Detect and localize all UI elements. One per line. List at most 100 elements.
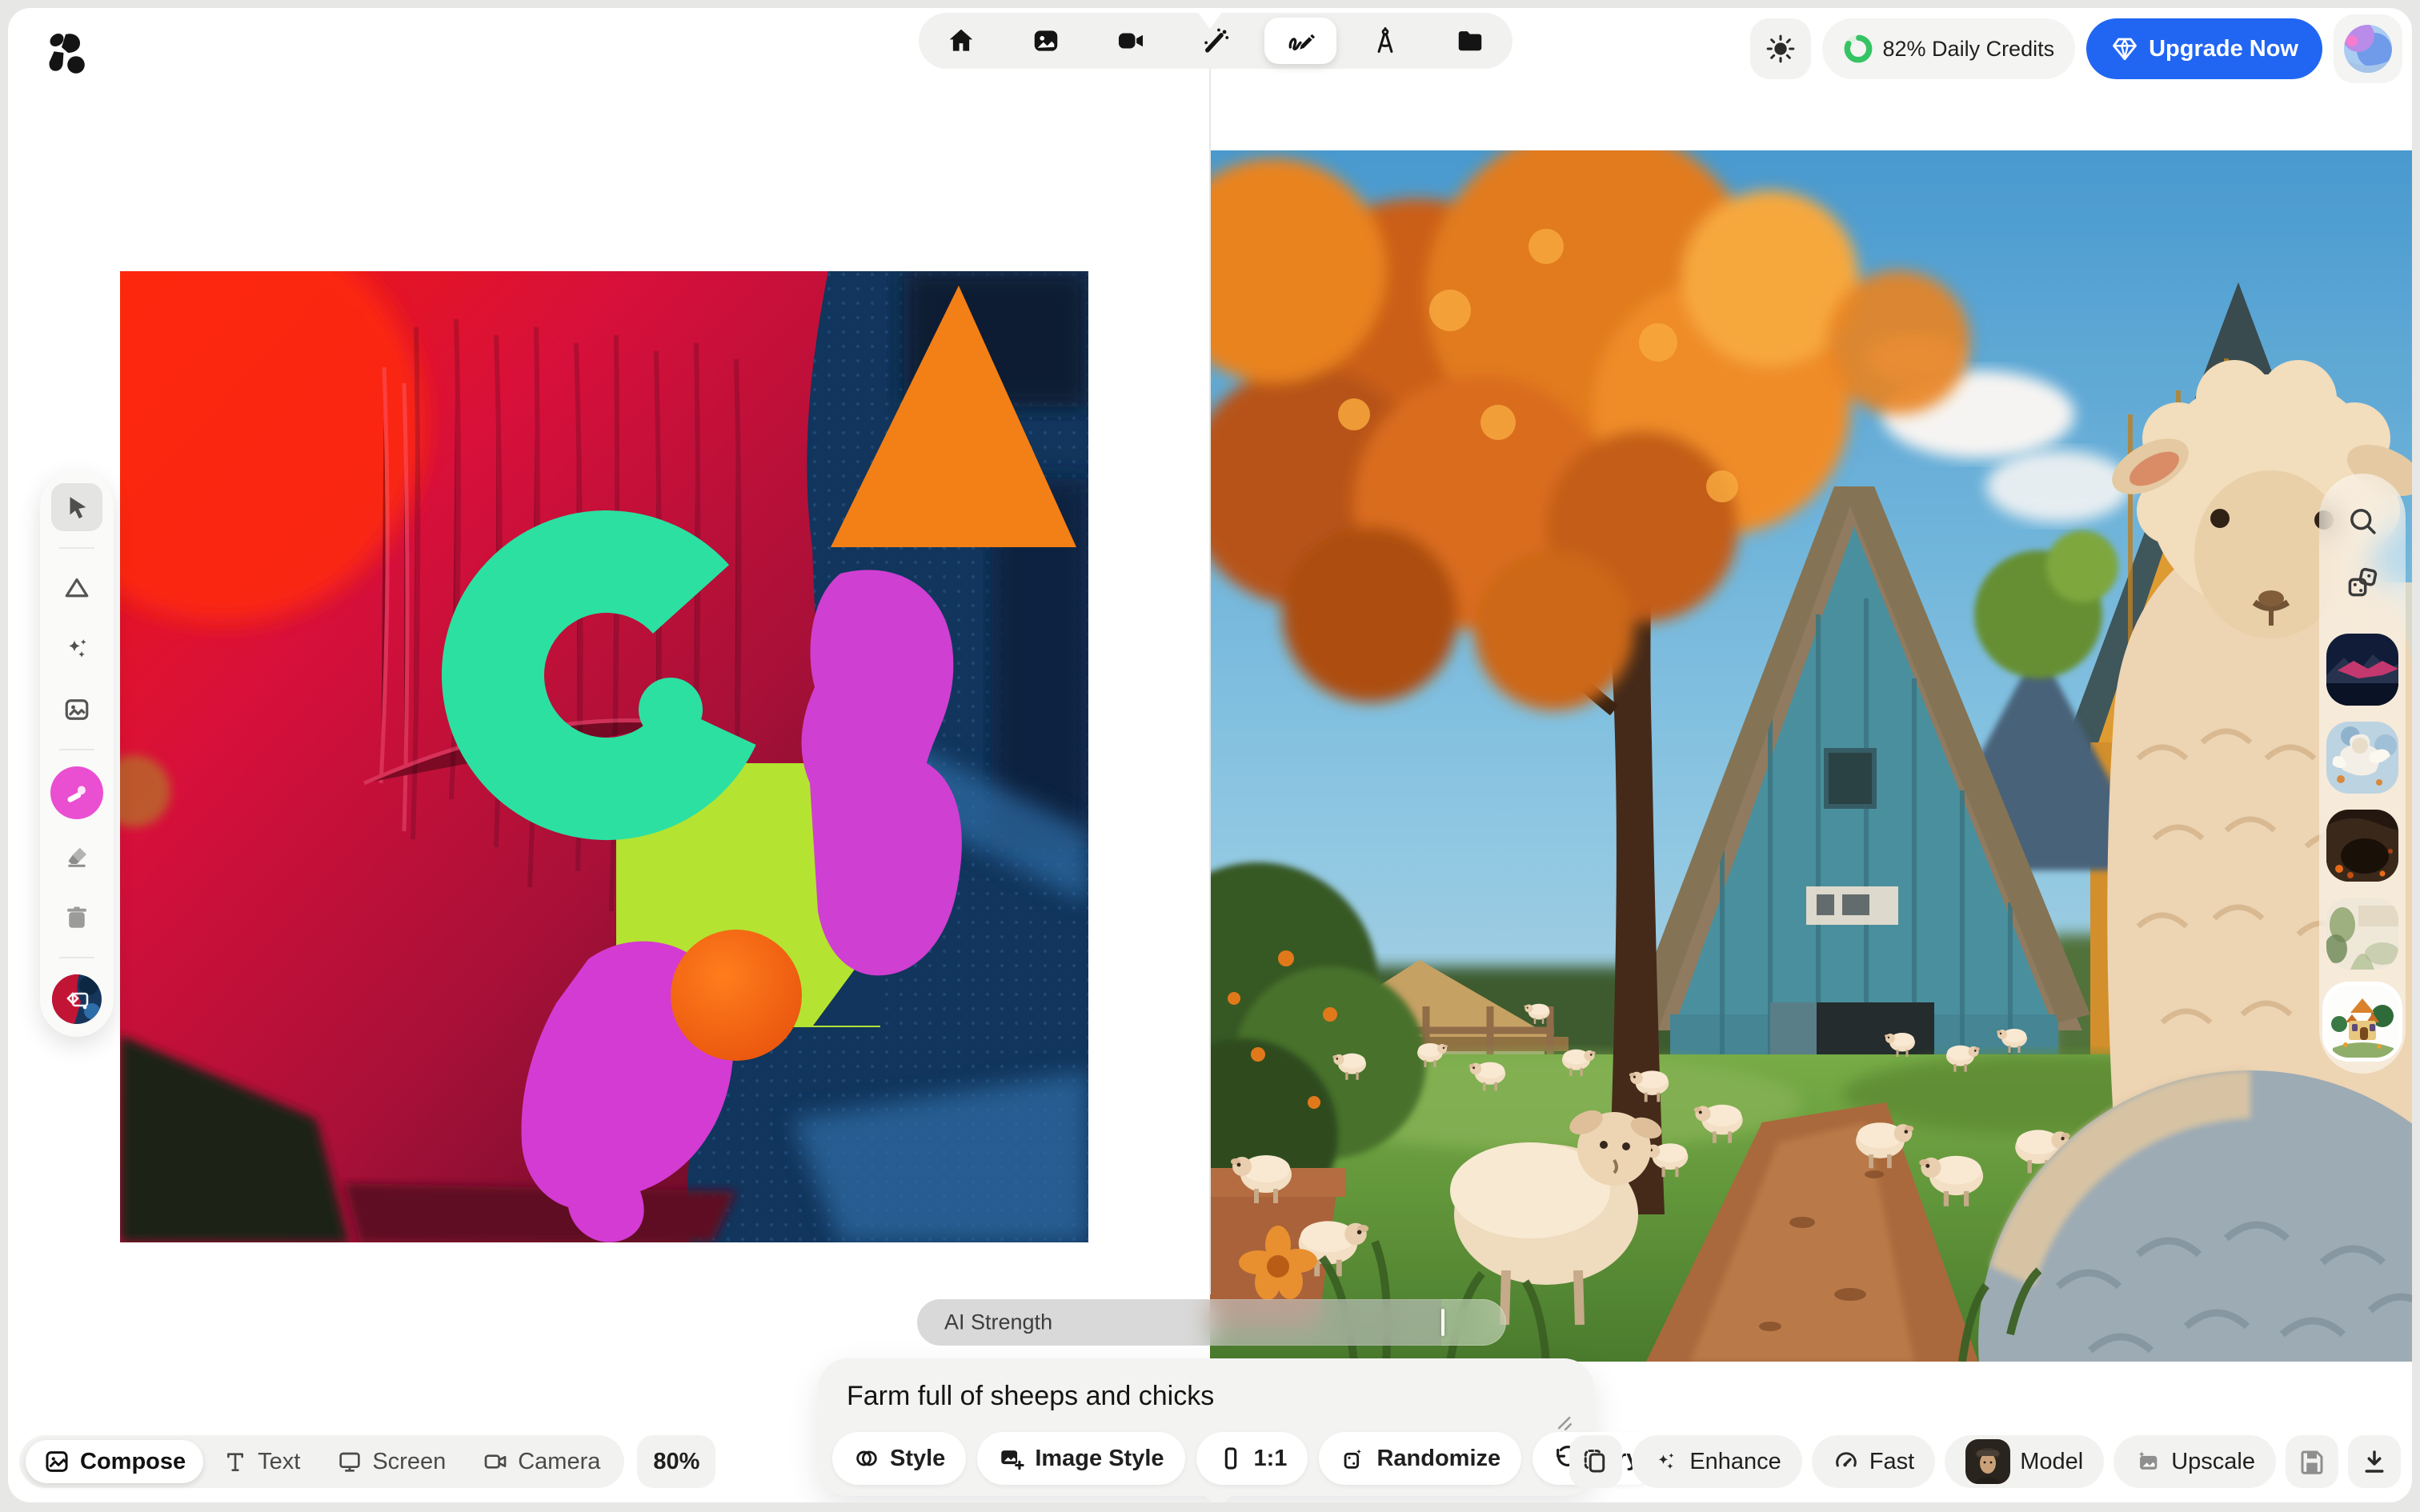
render-actions: Enhance Fast Model <box>1569 1435 2401 1488</box>
generation-thumbnail-watercolor-landscape[interactable] <box>2326 898 2398 970</box>
style-reference-thumbnail[interactable] <box>52 974 102 1024</box>
compose-label: Compose <box>80 1449 186 1475</box>
tool-add-image[interactable] <box>54 686 100 733</box>
video-icon <box>1116 26 1146 56</box>
generation-thumbnail-night-mountains[interactable] <box>2326 634 2398 706</box>
canvas-toolbar <box>40 470 114 1037</box>
cursor-icon <box>63 494 90 521</box>
enhance-button[interactable]: Enhance <box>1632 1435 1802 1488</box>
tool-delete[interactable] <box>54 894 100 941</box>
download-icon <box>2360 1447 2389 1476</box>
ai-strength-label: AI Strength <box>944 1310 1052 1335</box>
home-icon <box>946 26 976 56</box>
generation-thumbnail-lava-cave[interactable] <box>2326 810 2398 882</box>
ai-strength-slider[interactable]: AI Strength <box>917 1299 1506 1346</box>
sparkles-icon <box>62 634 91 663</box>
upscale-button[interactable]: Upscale <box>2113 1435 2276 1488</box>
save-button[interactable] <box>2286 1435 2338 1488</box>
mode-text[interactable]: Text <box>205 1440 318 1483</box>
compose-icon <box>43 1448 70 1475</box>
style-chip[interactable]: Style <box>832 1432 966 1485</box>
krea-logo[interactable] <box>46 30 88 75</box>
daily-credits-pill[interactable]: 82% Daily Credits <box>1822 18 2076 79</box>
tool-shape[interactable] <box>54 565 100 611</box>
account-button[interactable] <box>2334 14 2402 83</box>
nav-edit-tools[interactable] <box>1343 13 1428 69</box>
upscale-icon <box>2134 1448 2162 1475</box>
nav-home[interactable] <box>919 13 1004 69</box>
aspect-ratio-chip-label: 1:1 <box>1254 1446 1288 1472</box>
ai-strength-handle[interactable] <box>1441 1309 1444 1337</box>
gem-icon <box>2110 34 2139 63</box>
aspect-ratio-icon <box>1217 1445 1244 1472</box>
theme-toggle-button[interactable] <box>1750 18 1811 79</box>
duplicate-button[interactable] <box>1569 1435 1622 1488</box>
toolbar-divider <box>59 547 94 549</box>
split-divider[interactable] <box>1209 54 1211 1294</box>
split-divider-handle[interactable] <box>1197 11 1223 29</box>
nav-draw[interactable] <box>1258 13 1343 69</box>
avatar <box>2342 23 2394 74</box>
save-floppy-icon <box>2298 1447 2326 1476</box>
farm-scene <box>1210 150 2412 1362</box>
draw-icon <box>1285 26 1316 56</box>
aspect-ratio-chip[interactable]: 1:1 <box>1196 1432 1308 1485</box>
screen-icon <box>337 1449 363 1474</box>
mode-screen[interactable]: Screen <box>319 1440 463 1483</box>
style-chip-label: Style <box>890 1446 945 1472</box>
image-style-icon <box>998 1445 1025 1472</box>
generated-image-preview <box>1210 150 2412 1362</box>
mode-compose[interactable]: Compose <box>26 1440 203 1483</box>
triangle-icon <box>62 574 91 602</box>
randomize-chip[interactable]: Randomize <box>1319 1432 1521 1485</box>
zoom-search-button[interactable] <box>2339 498 2386 544</box>
speedometer-icon <box>1833 1448 1860 1475</box>
prompt-input[interactable]: Farm full of sheeps and chicks <box>847 1381 1214 1412</box>
model-select-button[interactable]: Model <box>1945 1435 2104 1488</box>
generations-panel <box>2319 474 2406 1074</box>
nav-video[interactable] <box>1088 13 1173 69</box>
enhance-label: Enhance <box>1689 1449 1781 1475</box>
nav-files[interactable] <box>1428 13 1512 69</box>
upgrade-label: Upgrade Now <box>2149 36 2298 62</box>
toolbar-divider <box>59 749 94 750</box>
dice-icon <box>2345 566 2380 601</box>
tool-cursor[interactable] <box>51 483 102 531</box>
zoom-level-value: 80% <box>653 1449 699 1475</box>
random-seed-button[interactable] <box>2339 560 2386 606</box>
nav-image[interactable] <box>1004 13 1088 69</box>
topbar-right: 82% Daily Credits Upgrade Now <box>1750 14 2402 83</box>
speed-mode-button[interactable]: Fast <box>1812 1435 1935 1488</box>
model-label: Model <box>2020 1449 2083 1475</box>
tool-ai-generate[interactable] <box>54 626 100 672</box>
compose-canvas[interactable] <box>120 271 1088 1242</box>
resize-handle-icon[interactable] <box>1553 1411 1573 1432</box>
model-avatar <box>1965 1439 2010 1484</box>
screen-label: Screen <box>372 1449 446 1475</box>
mode-camera[interactable]: Camera <box>465 1440 618 1483</box>
tool-paint-brush[interactable] <box>50 766 103 819</box>
tool-eraser[interactable] <box>54 834 100 880</box>
krea-logo-icon <box>46 30 88 75</box>
randomize-dice-icon <box>1340 1445 1367 1472</box>
prompt-chip-row: Style Image Style 1:1 <box>832 1432 1660 1485</box>
download-button[interactable] <box>2348 1435 2401 1488</box>
upgrade-button[interactable]: Upgrade Now <box>2086 18 2322 79</box>
text-label: Text <box>258 1449 300 1475</box>
text-icon <box>222 1449 248 1474</box>
generation-thumbnail-angel-sculpture[interactable] <box>2326 722 2398 794</box>
generation-thumbnail-castle-illustration[interactable] <box>2326 986 2398 1058</box>
krea-app: { "topbar": { "credits_label": "82% Dail… <box>0 0 2420 1512</box>
canvas-artwork <box>120 271 1088 1242</box>
magic-wand-icon <box>1200 26 1231 56</box>
search-icon <box>2346 504 2379 538</box>
thumbnail-image <box>2326 634 2398 706</box>
thumbnail-image <box>2326 986 2398 1058</box>
trash-icon <box>62 903 91 932</box>
zoom-level-button[interactable]: 80% <box>637 1435 715 1488</box>
image-style-chip-label: Image Style <box>1035 1446 1164 1472</box>
camera-icon <box>483 1449 508 1474</box>
nav-draw-selected <box>1264 18 1336 64</box>
mode-switcher: Compose Text Screen Camer <box>19 1435 715 1488</box>
image-style-chip[interactable]: Image Style <box>977 1432 1184 1485</box>
